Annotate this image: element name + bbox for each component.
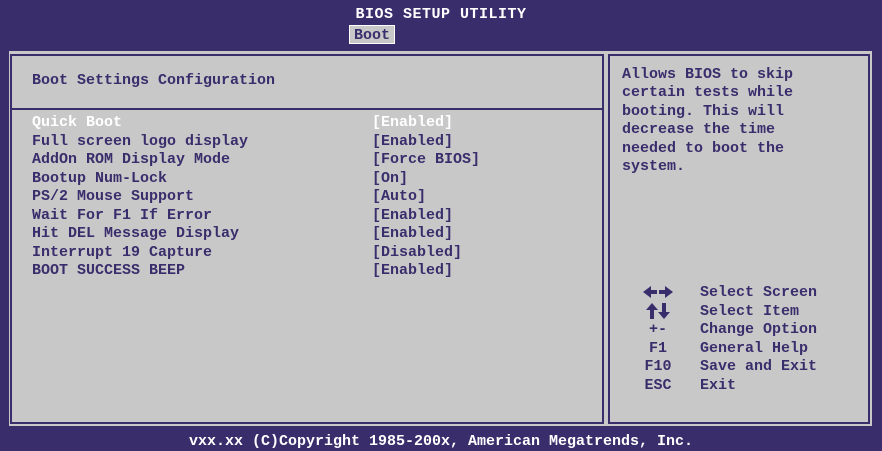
key-label: F10	[644, 358, 672, 375]
setting-label: AddOn ROM Display Mode	[32, 151, 231, 168]
setting-value[interactable]: [Enabled]	[372, 262, 453, 281]
setting-value[interactable]: [Enabled]	[372, 225, 453, 244]
setting-label: Bootup Num-Lock	[32, 169, 168, 187]
key-description: General Help	[700, 339, 809, 357]
key-description: Save and Exit	[700, 358, 818, 375]
setting-label: Interrupt 19 Capture	[32, 243, 213, 261]
setting-value[interactable]: [Force BIOS]	[372, 151, 480, 170]
setting-label: Quick Boot	[32, 114, 123, 131]
key-description: Change Option	[700, 321, 818, 338]
copyright-footer: vxx.xx (C)Copyright 1985-200x, American …	[188, 433, 694, 450]
key-label: ESC	[644, 376, 672, 394]
tab-boot[interactable]: Boot	[349, 25, 395, 44]
settings-pane: Boot Settings Configuration Quick Boot […	[10, 54, 604, 424]
setting-value[interactable]: [Auto]	[372, 188, 426, 207]
help-pane: Allows BIOS to skip certain tests while …	[608, 54, 870, 424]
setting-value[interactable]: [Enabled]	[372, 207, 453, 226]
key-description: Select Screen	[700, 284, 818, 301]
up-down-arrows-icon	[640, 302, 676, 322]
help-text: Allows BIOS to skip certain tests while …	[622, 66, 794, 176]
setting-label: Hit DEL Message Display	[32, 225, 240, 242]
key-label: F1	[648, 339, 667, 357]
divider	[12, 108, 602, 110]
left-right-arrows-icon	[640, 284, 676, 303]
app-title: BIOS SETUP UTILITY	[355, 6, 527, 23]
title-bar: BIOS SETUP UTILITY Boot	[0, 0, 882, 46]
setting-label: PS/2 Mouse Support	[32, 188, 195, 205]
key-label: +-	[648, 321, 667, 338]
key-description: Select Item	[700, 302, 800, 320]
key-description: Exit	[700, 376, 737, 394]
section-heading: Boot Settings Configuration	[32, 72, 276, 89]
setting-value[interactable]: [Enabled]	[372, 133, 453, 152]
setting-label: Wait For F1 If Error	[32, 206, 213, 224]
setting-label: Full screen logo display	[32, 132, 249, 150]
setting-value[interactable]: [On]	[372, 170, 408, 189]
setting-value[interactable]: [Disabled]	[372, 244, 462, 263]
setting-label: BOOT SUCCESS BEEP	[32, 262, 186, 279]
setting-value[interactable]: [Enabled]	[372, 114, 453, 133]
